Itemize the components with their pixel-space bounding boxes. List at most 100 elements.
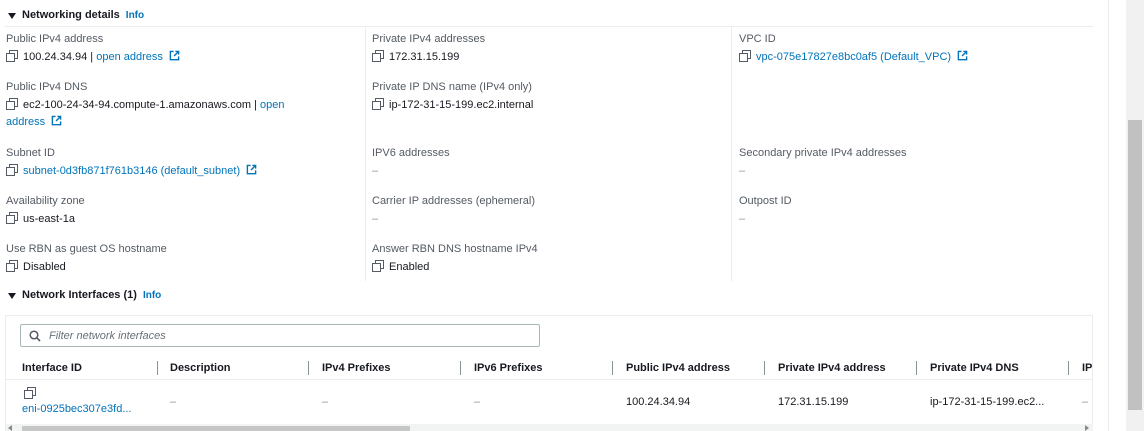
network-interfaces-title: Network Interfaces (1) [22, 289, 137, 301]
copy-icon[interactable] [739, 50, 751, 62]
field-public-ipv4-address: Public IPv4 address 100.24.34.94 | open … [6, 32, 356, 66]
external-link-icon[interactable] [246, 164, 257, 175]
answer-rbn-value: Enabled [389, 261, 430, 273]
field-answer-rbn: Answer RBN DNS hostname IPv4 Enabled [372, 242, 722, 276]
field-label: Availability zone [6, 195, 85, 207]
networking-details-header[interactable]: Networking details Info [8, 7, 144, 23]
network-interfaces-info-link[interactable]: Info [143, 290, 161, 301]
secondary-private-ipv4-value: – [739, 165, 746, 177]
ipv4-prefixes-cell: – [322, 396, 329, 408]
column-header[interactable]: Public IPv4 address [626, 356, 761, 380]
column-resizer[interactable] [157, 361, 158, 375]
copy-icon[interactable] [6, 164, 18, 176]
separator: | [251, 99, 261, 111]
column-resizer[interactable] [764, 361, 765, 375]
field-label: Outpost ID [739, 195, 792, 207]
interface-id-link[interactable]: eni-0925bec307e3fd... [22, 403, 156, 415]
horizontal-scroll-thumb[interactable] [22, 426, 410, 431]
search-icon [29, 329, 41, 342]
field-use-rbn: Use RBN as guest OS hostname Disabled [6, 242, 356, 276]
outpost-id-value: – [739, 213, 746, 225]
open-address-link[interactable]: open address [96, 51, 163, 63]
column-header[interactable]: IPv6 Prefixes [474, 356, 604, 380]
field-label: VPC ID [739, 33, 776, 45]
copy-icon[interactable] [6, 98, 18, 110]
caret-down-icon[interactable] [8, 292, 16, 299]
caret-down-icon[interactable] [8, 12, 16, 19]
field-label: Private IP DNS name (IPv4 only) [372, 81, 532, 93]
column-resizer[interactable] [460, 361, 461, 375]
column-header[interactable]: Description [170, 356, 300, 380]
header-divider [5, 26, 1093, 27]
field-label: Public IPv4 address [6, 33, 104, 45]
networking-details-title: Networking details [22, 9, 120, 21]
field-label: Subnet ID [6, 147, 55, 159]
column-resizer[interactable] [308, 361, 309, 375]
subnet-link[interactable]: subnet-0d3fb871f761b3146 (default_subnet… [23, 165, 240, 177]
availability-zone-value: us-east-1a [23, 213, 75, 225]
field-label: Secondary private IPv4 addresses [739, 147, 907, 159]
column-header[interactable]: Private IPv4 address [778, 356, 913, 380]
description-cell: – [170, 396, 177, 408]
field-secondary-private-ipv4: Secondary private IPv4 addresses – [739, 146, 1099, 180]
field-label: IPV6 addresses [372, 147, 450, 159]
filter-network-interfaces-input[interactable] [49, 329, 529, 342]
field-label: Answer RBN DNS hostname IPv4 [372, 243, 538, 255]
external-link-icon[interactable] [957, 50, 968, 61]
field-availability-zone: Availability zone us-east-1a [6, 194, 356, 228]
field-label: Private IPv4 addresses [372, 33, 486, 45]
public-ipv4-cell: 100.24.34.94 [626, 396, 691, 408]
external-link-icon[interactable] [51, 115, 62, 126]
public-ipv4-value: 100.24.34.94 [23, 51, 88, 63]
copy-icon[interactable] [6, 50, 18, 62]
field-carrier-ip: Carrier IP addresses (ephemeral) – [372, 194, 722, 228]
table-row[interactable]: eni-0925bec307e3fd... – – – 100.24.34.94… [6, 381, 1093, 423]
column-divider-2 [731, 27, 732, 281]
content-edge [1108, 0, 1109, 431]
separator: | [87, 51, 97, 63]
copy-icon[interactable] [24, 387, 36, 399]
field-vpc-id: VPC ID vpc-075e17827e8bc0af5 (Default_VP… [739, 32, 1099, 66]
copy-icon[interactable] [372, 260, 384, 272]
vertical-scroll-thumb[interactable] [1128, 120, 1142, 410]
column-header[interactable]: IP [1082, 356, 1093, 380]
field-label: Use RBN as guest OS hostname [6, 243, 167, 255]
open-address-link-part2[interactable]: address [6, 116, 45, 128]
external-link-icon[interactable] [169, 50, 180, 61]
column-header[interactable]: Interface ID [22, 356, 152, 380]
private-dns-value: ip-172-31-15-199.ec2.internal [389, 99, 534, 111]
copy-icon[interactable] [6, 260, 18, 272]
field-subnet-id: Subnet ID subnet-0d3fb871f761b3146 (defa… [6, 146, 356, 180]
field-private-ipv4-addresses: Private IPv4 addresses 172.31.15.199 [372, 32, 722, 66]
field-outpost-id: Outpost ID – [739, 194, 1099, 228]
scroll-right-arrow-icon[interactable] [1085, 425, 1089, 431]
field-private-ip-dns-name: Private IP DNS name (IPv4 only) ip-172-3… [372, 80, 722, 114]
copy-icon[interactable] [372, 98, 384, 110]
column-divider-1 [365, 27, 366, 281]
use-rbn-value: Disabled [23, 261, 66, 273]
column-resizer[interactable] [916, 361, 917, 375]
copy-icon[interactable] [6, 212, 18, 224]
private-ipv4-dns-cell: ip-172-31-15-199.ec2... [930, 396, 1045, 408]
public-dns-value: ec2-100-24-34-94.compute-1.amazonaws.com [23, 99, 252, 111]
networking-info-link[interactable]: Info [126, 10, 144, 21]
field-label: Carrier IP addresses (ephemeral) [372, 195, 536, 207]
column-resizer[interactable] [612, 361, 613, 375]
ipv6-prefixes-cell: – [474, 396, 481, 408]
column-header[interactable]: IPv4 Prefixes [322, 356, 452, 380]
column-resizer[interactable] [1068, 361, 1069, 375]
filter-search-box[interactable] [20, 324, 540, 347]
field-public-ipv4-dns: Public IPv4 DNS ec2-100-24-34-94.compute… [6, 80, 358, 131]
field-label: Public IPv4 DNS [6, 81, 88, 93]
carrier-ip-value: – [372, 213, 379, 225]
ipv6-value: – [372, 165, 379, 177]
network-interfaces-header[interactable]: Network Interfaces (1) Info [8, 287, 161, 303]
vpc-link[interactable]: vpc-075e17827e8bc0af5 (Default_VPC) [756, 51, 951, 63]
scroll-left-arrow-icon[interactable] [8, 425, 12, 431]
table-header-row: Interface ID Description IPv4 Prefixes I… [6, 356, 1093, 380]
column-header[interactable]: Private IPv4 DNS [930, 356, 1065, 380]
ip-cell: – [1082, 396, 1089, 408]
open-address-link-part1[interactable]: open [260, 99, 284, 111]
private-ipv4-value: 172.31.15.199 [389, 51, 460, 63]
copy-icon[interactable] [372, 50, 384, 62]
